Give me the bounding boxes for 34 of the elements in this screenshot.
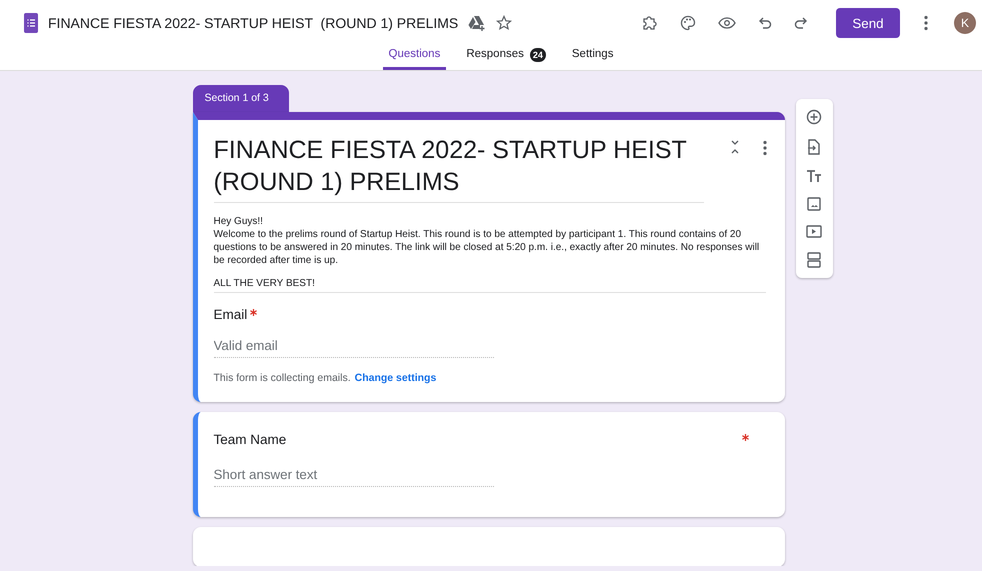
import-icon[interactable]: [807, 139, 821, 155]
question-title[interactable]: Team Name: [214, 432, 286, 447]
more-vert-icon[interactable]: [924, 15, 928, 31]
forms-logo-icon[interactable]: [24, 13, 38, 33]
more-vert-icon[interactable]: [762, 140, 766, 156]
send-button[interactable]: Send: [836, 8, 900, 38]
description-text: Hey Guys!!: [214, 215, 264, 228]
video-icon[interactable]: [806, 225, 822, 238]
description-text: ALL THE VERY BEST!: [214, 277, 766, 293]
short-answer-field[interactable]: Short answer text: [214, 463, 494, 487]
tab[interactable]: Questions: [382, 46, 446, 70]
title-text-icon[interactable]: [806, 169, 822, 183]
image-icon[interactable]: [807, 197, 821, 211]
description-text: Welcome to the prelims round of Startup Heist. This round is to be attempted by participant 1. This round contains of 20 questions to be answered in 20 minutes. The link will be closed at 5:20 p.m. i.e., exactly after 20 minutes. No responses will be recorded after time is up.: [214, 228, 760, 267]
change-settings-link[interactable]: Change settings: [354, 372, 436, 384]
info-text: This form is collecting emails.: [214, 372, 351, 384]
collapse-icon[interactable]: [730, 140, 738, 154]
account-avatar[interactable]: K: [954, 12, 976, 34]
undo-icon[interactable]: [758, 16, 772, 30]
form-title[interactable]: FINANCE FIESTA 2022- STARTUP HEIST (ROUND 1) PRELIMS: [48, 15, 458, 31]
count-badge: 24: [530, 48, 546, 62]
section-icon[interactable]: [807, 252, 821, 268]
star-icon[interactable]: [496, 15, 512, 31]
redo-icon[interactable]: [794, 16, 808, 30]
tab[interactable]: Settings: [566, 46, 620, 70]
question-title[interactable]: Email: [214, 307, 248, 322]
tab[interactable]: Responses 24: [460, 46, 552, 70]
section-label[interactable]: Section 1 of 3: [192, 85, 288, 112]
form-heading[interactable]: FINANCE FIESTA 2022- STARTUP HEIST (ROUND 1) PRELIMS: [214, 134, 704, 203]
palette-icon[interactable]: [680, 15, 696, 31]
email-field[interactable]: Valid email: [214, 334, 494, 358]
add-circle-icon[interactable]: [806, 109, 822, 125]
preview-eye-icon[interactable]: [718, 17, 736, 29]
puzzle-icon[interactable]: [642, 15, 658, 31]
